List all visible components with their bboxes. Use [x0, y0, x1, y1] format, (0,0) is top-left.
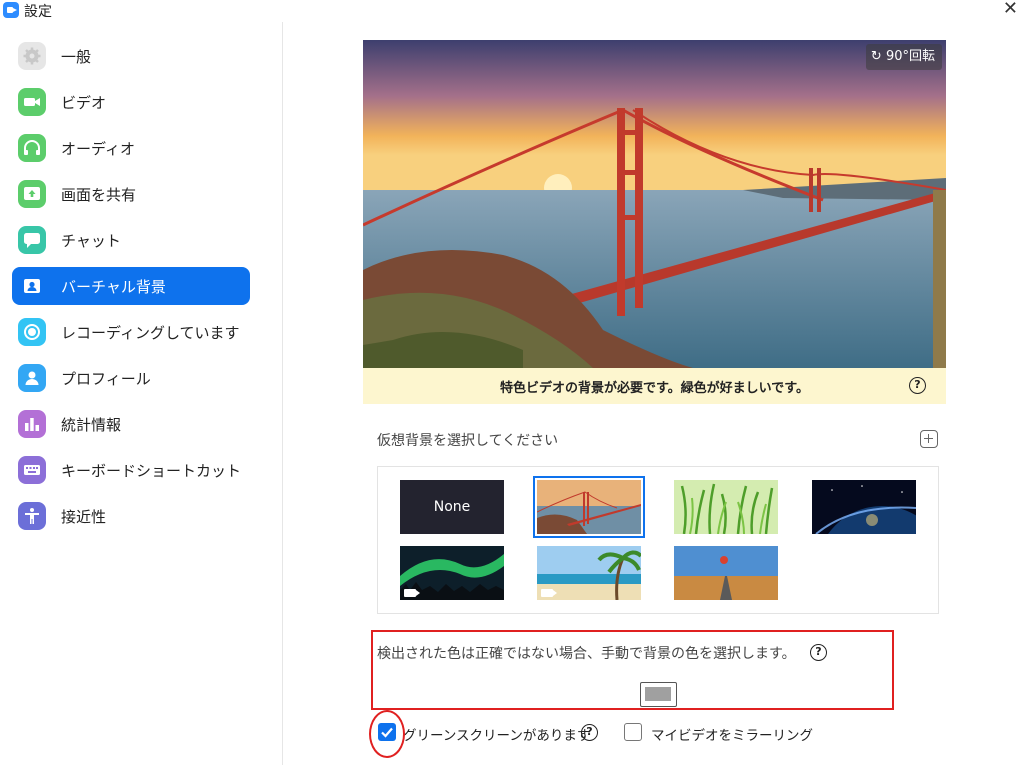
sidebar-item-label: 接近性 — [61, 508, 107, 526]
sidebar-item-accessibility[interactable]: 接近性 — [12, 497, 250, 535]
thumbnail-aurora-video[interactable] — [400, 546, 504, 600]
mirror-video-label: マイビデオをミラーリング — [651, 728, 813, 744]
green-screen-notice: 特色ビデオの背景が必要です。緑色が好ましいです。 ? — [363, 368, 946, 404]
gear-icon — [18, 42, 46, 70]
sidebar-item-keyboard-shortcuts[interactable]: キーボードショートカット — [12, 451, 250, 489]
notice-text: 特色ビデオの背景が必要です。緑色が好ましいです。 — [499, 381, 809, 396]
sidebar-item-label: キーボードショートカット — [61, 462, 242, 480]
video-preview: ↻ 90°回転 — [363, 40, 946, 368]
sidebar-item-virtual-background[interactable]: バーチャル背景 — [12, 267, 250, 305]
video-camera-icon — [18, 88, 46, 116]
bar-chart-icon — [18, 410, 46, 438]
settings-sidebar: 一般 ビデオ オーディオ 画面を共有 チャット バーチャル背景 レコーディングし… — [0, 22, 283, 765]
thumbnail-beach-video[interactable] — [537, 546, 641, 600]
sidebar-item-recording[interactable]: レコーディングしています — [12, 313, 250, 351]
help-icon[interactable]: ? — [581, 724, 598, 741]
sidebar-item-chat[interactable]: チャット — [12, 221, 250, 259]
rotate-icon: ↻ — [870, 49, 882, 64]
sidebar-item-share-screen[interactable]: 画面を共有 — [12, 175, 250, 213]
sidebar-item-label: 統計情報 — [61, 416, 122, 434]
sidebar-item-label: 画面を共有 — [61, 186, 137, 204]
window-title: 設定 — [24, 4, 52, 20]
background-color-swatch[interactable] — [640, 682, 677, 707]
accessibility-icon — [18, 502, 46, 530]
zoom-app-icon — [3, 2, 19, 18]
choose-background-label: 仮想背景を選択してください — [377, 433, 559, 449]
video-camera-icon — [404, 589, 420, 597]
golden-gate-bridge-image — [363, 40, 946, 368]
rotate-label: 90°回転 — [885, 49, 935, 64]
sidebar-item-label: プロフィール — [61, 370, 151, 388]
add-background-button[interactable] — [920, 430, 938, 448]
sidebar-item-label: ビデオ — [61, 94, 107, 112]
sidebar-item-label: レコーディングしています — [61, 324, 240, 342]
color-detect-text: 検出された色は正確ではない場合、手動で背景の色を選択します。 — [377, 646, 796, 662]
background-gallery: None — [377, 466, 939, 614]
keyboard-icon — [18, 456, 46, 484]
thumbnail-green-grass[interactable] — [674, 480, 778, 534]
help-icon[interactable]: ? — [909, 377, 926, 394]
help-icon[interactable]: ? — [810, 644, 827, 661]
thumbnail-golden-gate-bridge[interactable] — [533, 476, 645, 538]
thumbnail-none[interactable]: None — [400, 480, 504, 534]
close-icon[interactable]: ✕ — [1003, 0, 1018, 19]
sidebar-item-video[interactable]: ビデオ — [12, 83, 250, 121]
sidebar-item-general[interactable]: 一般 — [12, 37, 250, 75]
thumbnail-earth-from-space[interactable] — [812, 480, 916, 534]
thumbnail-hot-air-balloon-road[interactable] — [674, 546, 778, 600]
share-screen-icon — [18, 180, 46, 208]
portrait-icon — [18, 272, 46, 300]
color-detect-highlight — [371, 630, 894, 710]
checkbox-highlight — [369, 710, 405, 758]
sidebar-item-label: 一般 — [61, 48, 92, 66]
sidebar-item-profile[interactable]: プロフィール — [12, 359, 250, 397]
person-icon — [18, 364, 46, 392]
record-icon — [18, 318, 46, 346]
headphones-icon — [18, 134, 46, 162]
sidebar-item-audio[interactable]: オーディオ — [12, 129, 250, 167]
video-camera-icon — [541, 589, 557, 597]
sidebar-item-label: オーディオ — [61, 140, 135, 158]
sidebar-item-label: バーチャル背景 — [61, 278, 166, 296]
sidebar-item-statistics[interactable]: 統計情報 — [12, 405, 250, 443]
sidebar-item-label: チャット — [61, 232, 121, 250]
title-bar: 設定 ✕ — [0, 0, 1024, 22]
green-screen-label: グリーンスクリーンがあります — [403, 728, 591, 744]
rotate-90-button[interactable]: ↻ 90°回転 — [865, 44, 942, 70]
mirror-video-checkbox[interactable] — [624, 723, 642, 741]
chat-bubble-icon — [18, 226, 46, 254]
